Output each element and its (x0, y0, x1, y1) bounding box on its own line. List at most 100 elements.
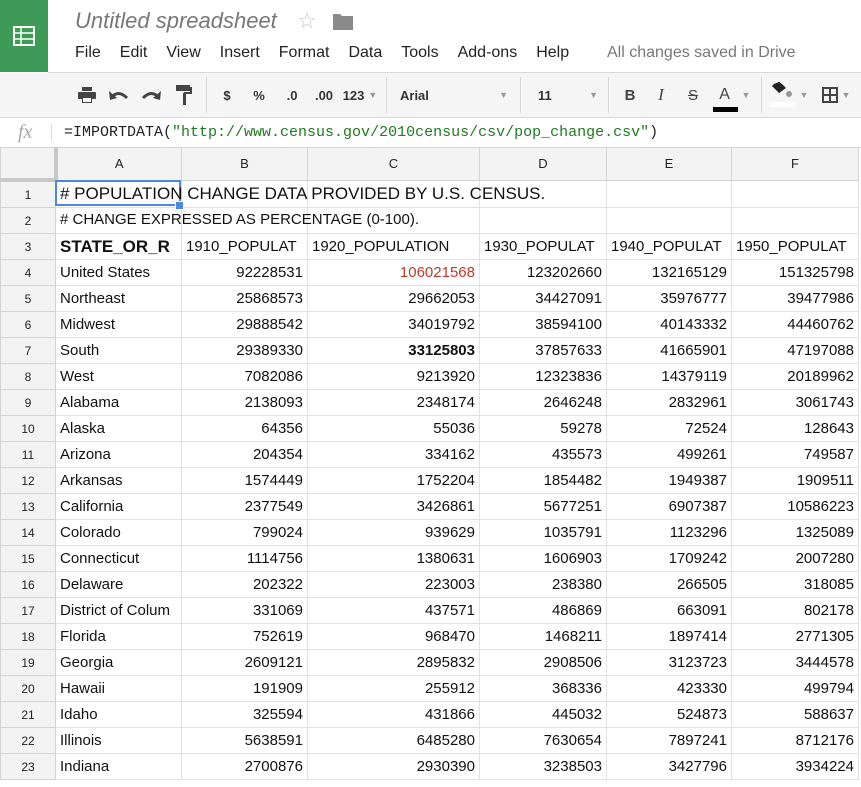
cell-c16[interactable]: 223003 (307, 571, 480, 598)
row-header[interactable]: 3 (0, 233, 56, 260)
row-header[interactable]: 2 (0, 207, 56, 234)
cell-b21[interactable]: 325594 (181, 701, 308, 728)
column-header-e[interactable]: E (606, 147, 732, 181)
cell-a20[interactable]: Hawaii (55, 675, 182, 702)
percent-format-button[interactable]: % (249, 73, 269, 117)
decrease-decimal-button[interactable]: .0 (280, 73, 304, 117)
cell-c22[interactable]: 6485280 (307, 727, 480, 754)
cell-a14[interactable]: Colorado (55, 519, 182, 546)
cell-d14[interactable]: 1035791 (479, 519, 607, 546)
cell-c9[interactable]: 2348174 (307, 389, 480, 416)
cell-b6[interactable]: 29888542 (181, 311, 308, 338)
row-header[interactable]: 6 (0, 311, 56, 338)
cell-c5[interactable]: 29662053 (307, 285, 480, 312)
document-title[interactable]: Untitled spreadsheet (75, 8, 277, 34)
cell-f20[interactable]: 499794 (731, 675, 859, 702)
row-header[interactable]: 10 (0, 415, 56, 442)
cell-d6[interactable]: 38594100 (479, 311, 607, 338)
column-header-d[interactable]: D (479, 147, 607, 181)
cell-c4[interactable]: 106021568 (307, 259, 480, 286)
cell-e2[interactable] (606, 207, 732, 234)
italic-button[interactable]: I (651, 73, 671, 117)
cell-c6[interactable]: 34019792 (307, 311, 480, 338)
cell-a22[interactable]: Illinois (55, 727, 182, 754)
cell-e19[interactable]: 3123723 (606, 649, 732, 676)
cell-a8[interactable]: West (55, 363, 182, 390)
cell-d3[interactable]: 1930_POPULAT (479, 233, 607, 260)
cell-a18[interactable]: Florida (55, 623, 182, 650)
row-header[interactable]: 23 (0, 753, 56, 780)
cell-d21[interactable]: 445032 (479, 701, 607, 728)
redo-button[interactable] (139, 73, 163, 117)
cell-a19[interactable]: Georgia (55, 649, 182, 676)
cell-c14[interactable]: 939629 (307, 519, 480, 546)
cell-f9[interactable]: 3061743 (731, 389, 859, 416)
row-header[interactable]: 7 (0, 337, 56, 364)
cell-f16[interactable]: 318085 (731, 571, 859, 598)
sheets-logo-icon[interactable] (0, 0, 48, 72)
row-header[interactable]: 16 (0, 571, 56, 598)
cell-a12[interactable]: Arkansas (55, 467, 182, 494)
cell-b22[interactable]: 5638591 (181, 727, 308, 754)
cell-c21[interactable]: 431866 (307, 701, 480, 728)
cell-f10[interactable]: 128643 (731, 415, 859, 442)
cell-a13[interactable]: California (55, 493, 182, 520)
cell-f19[interactable]: 3444578 (731, 649, 859, 676)
menu-tools[interactable]: Tools (401, 44, 438, 62)
cell-a15[interactable]: Connecticut (55, 545, 182, 572)
cell-d10[interactable]: 59278 (479, 415, 607, 442)
cell-f8[interactable]: 20189962 (731, 363, 859, 390)
fill-color-button[interactable]: ▼ (768, 73, 810, 117)
cell-e4[interactable]: 132165129 (606, 259, 732, 286)
cell-e11[interactable]: 499261 (606, 441, 732, 468)
cell-c8[interactable]: 9213920 (307, 363, 480, 390)
increase-decimal-button[interactable]: .00 (310, 73, 338, 117)
cell-d11[interactable]: 435573 (479, 441, 607, 468)
cell-e5[interactable]: 35976777 (606, 285, 732, 312)
undo-button[interactable] (107, 73, 131, 117)
cell-f12[interactable]: 1909511 (731, 467, 859, 494)
row-header[interactable]: 19 (0, 649, 56, 676)
cell-e9[interactable]: 2832961 (606, 389, 732, 416)
cell-f23[interactable]: 3934224 (731, 753, 859, 780)
text-color-button[interactable]: A ▼ (710, 73, 752, 117)
folder-icon[interactable] (333, 13, 353, 30)
cell-b9[interactable]: 2138093 (181, 389, 308, 416)
cell-e1[interactable] (606, 179, 732, 208)
cell-b16[interactable]: 202322 (181, 571, 308, 598)
cell-f5[interactable]: 39477986 (731, 285, 859, 312)
cell-e14[interactable]: 1123296 (606, 519, 732, 546)
row-header[interactable]: 14 (0, 519, 56, 546)
cell-d5[interactable]: 34427091 (479, 285, 607, 312)
cell-a11[interactable]: Arizona (55, 441, 182, 468)
borders-button[interactable]: ▼ (816, 73, 856, 117)
menu-view[interactable]: View (166, 44, 200, 62)
cell-f1[interactable] (731, 179, 859, 208)
cell-f7[interactable]: 47197088 (731, 337, 859, 364)
font-family-select[interactable]: Arial ▼ (400, 73, 508, 117)
cell-d19[interactable]: 2908506 (479, 649, 607, 676)
cell-f11[interactable]: 749587 (731, 441, 859, 468)
more-formats-button[interactable]: 123 ▼ (340, 73, 380, 117)
cell-d18[interactable]: 1468211 (479, 623, 607, 650)
row-header[interactable]: 15 (0, 545, 56, 572)
cell-f2[interactable] (731, 207, 859, 234)
menu-format[interactable]: Format (279, 44, 330, 62)
cell-b3[interactable]: 1910_POPULAT (181, 233, 308, 260)
cell-a10[interactable]: Alaska (55, 415, 182, 442)
cell-f22[interactable]: 8712176 (731, 727, 859, 754)
column-header-c[interactable]: C (307, 147, 480, 181)
column-header-a[interactable]: A (55, 147, 182, 181)
cell-f13[interactable]: 10586223 (731, 493, 859, 520)
cell-e21[interactable]: 524873 (606, 701, 732, 728)
cell-d22[interactable]: 7630654 (479, 727, 607, 754)
cell-d8[interactable]: 12323836 (479, 363, 607, 390)
cell-b19[interactable]: 2609121 (181, 649, 308, 676)
cell-c10[interactable]: 55036 (307, 415, 480, 442)
font-size-select[interactable]: 11 ▼ (538, 73, 598, 117)
cell-b23[interactable]: 2700876 (181, 753, 308, 780)
cell-a3[interactable]: STATE_OR_R (55, 233, 182, 260)
cell-c3[interactable]: 1920_POPULATION (307, 233, 480, 260)
menu-file[interactable]: File (75, 44, 101, 62)
cell-a21[interactable]: Idaho (55, 701, 182, 728)
